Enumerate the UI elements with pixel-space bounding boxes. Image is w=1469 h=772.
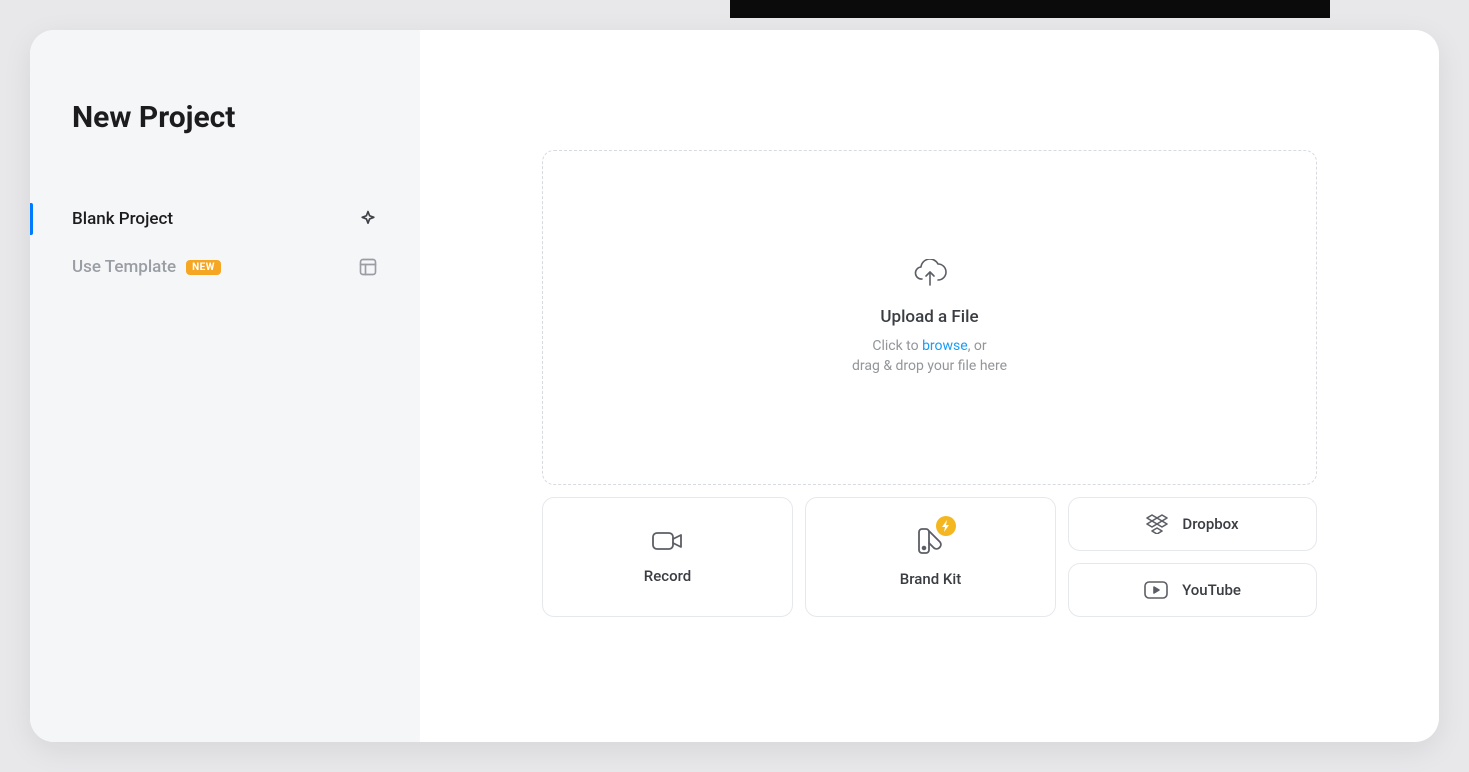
source-options-row: Record Brand Kit <box>542 497 1317 617</box>
main-content: Upload a File Click to browse, or drag &… <box>420 30 1439 742</box>
record-tile[interactable]: Record <box>542 497 793 617</box>
sidebar: New Project Blank Project Use Template N… <box>30 30 420 742</box>
brand-kit-tile[interactable]: Brand Kit <box>805 497 1056 617</box>
background-dark-strip <box>730 0 1330 18</box>
tile-label: YouTube <box>1182 581 1241 599</box>
sparkle-icon <box>358 209 378 229</box>
upload-dropzone[interactable]: Upload a File Click to browse, or drag &… <box>542 150 1317 485</box>
tile-label: Record <box>644 567 691 585</box>
sidebar-item-blank-project[interactable]: Blank Project <box>30 195 420 243</box>
new-badge: NEW <box>186 260 221 275</box>
tile-label: Brand Kit <box>900 570 961 588</box>
dropbox-tile[interactable]: Dropbox <box>1068 497 1317 551</box>
sidebar-item-label: Blank Project <box>72 209 173 229</box>
tile-label: Dropbox <box>1182 515 1238 533</box>
brand-kit-icon <box>916 526 946 556</box>
youtube-tile[interactable]: YouTube <box>1068 563 1317 617</box>
youtube-icon <box>1144 581 1168 599</box>
dropzone-sub-prefix: Click to <box>872 338 922 354</box>
lightning-badge-icon <box>936 516 956 536</box>
dropzone-title: Upload a File <box>880 307 978 327</box>
camera-icon <box>651 529 685 553</box>
browse-link[interactable]: browse <box>922 338 968 354</box>
sidebar-item-label: Use Template <box>72 257 176 277</box>
template-icon <box>358 257 378 277</box>
dropzone-sub-line2: drag & drop your file here <box>852 358 1007 374</box>
dropbox-icon <box>1146 514 1168 534</box>
dropzone-subtext: Click to browse, or drag & drop your fil… <box>852 337 1007 376</box>
sidebar-item-use-template[interactable]: Use Template NEW <box>30 243 420 291</box>
page-title: New Project <box>30 100 420 195</box>
dropzone-sub-suffix: , or <box>968 338 987 354</box>
cloud-upload-icon <box>912 259 948 287</box>
new-project-modal: New Project Blank Project Use Template N… <box>30 30 1439 742</box>
